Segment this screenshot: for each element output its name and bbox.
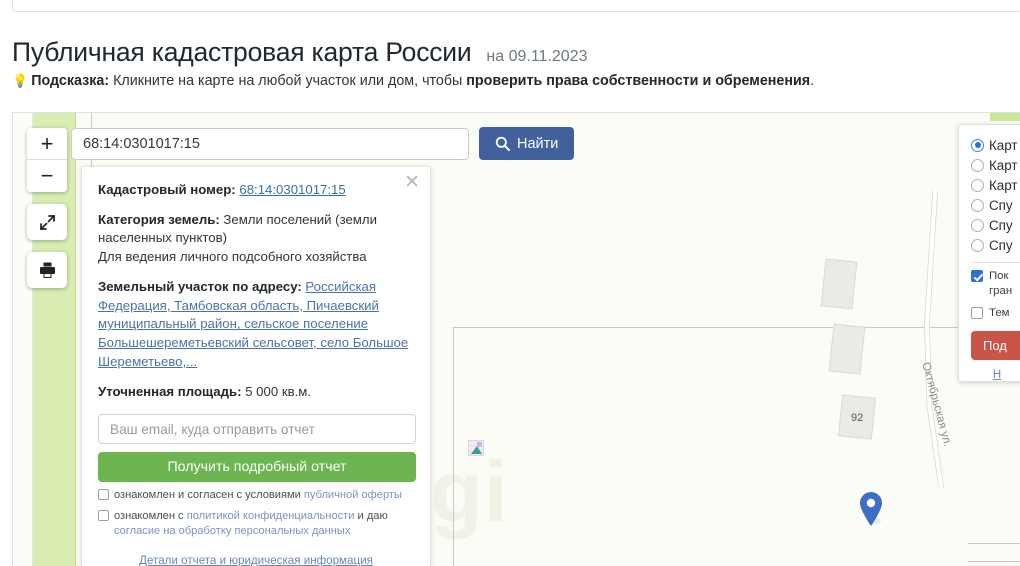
cadastral-number-value[interactable]: 68:14:0301017:15 bbox=[239, 182, 345, 197]
land-category-row: Категория земель: Земли поселений (земли… bbox=[98, 211, 414, 267]
hint-text: Кликните на карте на любой участок или д… bbox=[109, 73, 467, 89]
hint-period: . bbox=[810, 73, 815, 89]
consent-offer-checkbox[interactable] bbox=[98, 489, 109, 501]
zoom-out-button[interactable]: − bbox=[27, 160, 67, 192]
layer-option-label: Карт bbox=[989, 137, 1018, 153]
close-icon[interactable]: ✕ bbox=[404, 173, 420, 192]
road-shape bbox=[924, 190, 945, 490]
layer-option-label: Карт bbox=[989, 157, 1018, 173]
apply-button[interactable]: Под bbox=[971, 331, 1020, 361]
address-label: Земельный участок по адресу: bbox=[98, 278, 302, 294]
consent-privacy-text-pre: ознакомлен с bbox=[114, 509, 187, 522]
personal-data-link[interactable]: согласие на обработку персональных данны… bbox=[114, 525, 350, 537]
building-shape bbox=[820, 258, 858, 310]
layer-option-0[interactable]: Карт bbox=[971, 135, 1020, 155]
consent-privacy-label: ознакомлен с политикой конфиденциальност… bbox=[114, 509, 414, 538]
search-button-label: Найти bbox=[517, 135, 559, 152]
search-input[interactable] bbox=[71, 127, 469, 160]
print-button[interactable] bbox=[27, 252, 67, 288]
layer-panel-footer-link[interactable]: Н bbox=[971, 369, 1020, 381]
layer-option-1[interactable]: Карт bbox=[971, 155, 1020, 175]
show-borders-line2: гран bbox=[989, 284, 1013, 297]
consent-privacy-checkbox[interactable] bbox=[98, 509, 109, 521]
layer-option-label: Карт bbox=[989, 177, 1018, 193]
area-row: Уточненная площадь: 5 000 кв.м. bbox=[98, 383, 414, 402]
layer-option-5[interactable]: Спу bbox=[971, 235, 1020, 255]
map-frame[interactable]: etagi 92 Октябрьская ул. bbox=[12, 112, 1020, 566]
consent-offer-label: ознакомлен и согласен с условиями публич… bbox=[114, 488, 402, 503]
map-controls: + − bbox=[27, 128, 67, 288]
cadastral-number-label: Кадастровый номер: bbox=[98, 182, 236, 197]
page-title: Публичная кадастровая карта России bbox=[12, 37, 472, 67]
popup-footer-links: Детали отчета и юридическая информация Р… bbox=[98, 552, 414, 566]
expand-arrows-icon bbox=[39, 214, 55, 230]
layer-panel-green-tab bbox=[990, 113, 1020, 121]
printer-icon bbox=[39, 262, 55, 278]
page-title-date: на 09.11.2023 bbox=[486, 48, 588, 65]
area-value: 5 000 кв.м. bbox=[245, 383, 312, 399]
fullscreen-button[interactable] bbox=[27, 204, 67, 240]
consent-privacy-text-mid: и даю bbox=[354, 509, 388, 522]
radio-icon[interactable] bbox=[971, 198, 984, 212]
hint-label: Подсказка: bbox=[31, 73, 110, 89]
address-row: Земельный участок по адресу: Российская … bbox=[98, 278, 414, 372]
radio-icon[interactable] bbox=[971, 158, 984, 172]
page-header: Публичная кадастровая карта России на 09… bbox=[12, 32, 992, 69]
get-report-button[interactable]: Получить подробный отчет bbox=[98, 452, 416, 483]
layer-option-4[interactable]: Спу bbox=[971, 215, 1020, 235]
dark-theme-label: Тем bbox=[989, 306, 1010, 319]
cadastral-number-row: Кадастровый номер: 68:14:0301017:15 bbox=[98, 181, 414, 200]
layer-panel-divider bbox=[971, 262, 1020, 263]
layer-option-3[interactable]: Спу bbox=[971, 195, 1020, 215]
hint-line: 💡 Подсказка: Кликните на карте на любой у… bbox=[12, 73, 814, 89]
public-offer-link[interactable]: публичной оферты bbox=[304, 489, 402, 501]
layer-option-label: Спу bbox=[989, 197, 1013, 213]
parcel-boundary-line bbox=[453, 327, 454, 566]
report-details-link[interactable]: Детали отчета и юридическая информация bbox=[98, 552, 414, 566]
zoom-in-button[interactable]: + bbox=[27, 128, 67, 160]
house-number-label: 92 bbox=[851, 412, 864, 424]
search-bar: Найти bbox=[71, 127, 575, 160]
layer-panel: Карт Карт Карт Спу Спу Спу Пок гран Тем … bbox=[958, 124, 1020, 382]
consent-offer-text: ознакомлен и согласен с условиями bbox=[114, 489, 304, 502]
map-marker-pin[interactable] bbox=[858, 491, 882, 526]
land-usage-value: Для ведения личного подсобного хозяйства bbox=[98, 249, 367, 265]
checkbox-icon[interactable] bbox=[971, 270, 983, 282]
parcel-boundary-line bbox=[968, 543, 1020, 544]
show-borders-label: Пок гран bbox=[989, 269, 1012, 299]
parcel-boundary-line bbox=[453, 327, 973, 328]
radio-icon[interactable] bbox=[971, 238, 984, 252]
checkbox-icon[interactable] bbox=[971, 306, 983, 319]
zoom-control-group: + − bbox=[27, 128, 67, 192]
building-shape bbox=[828, 323, 866, 375]
layer-option-label: Спу bbox=[989, 217, 1013, 233]
search-button[interactable]: Найти bbox=[479, 127, 575, 160]
lightbulb-icon: 💡 bbox=[12, 73, 29, 88]
search-icon bbox=[495, 136, 510, 151]
consent-offer-row: ознакомлен и согласен с условиями публич… bbox=[98, 488, 414, 503]
radio-icon[interactable] bbox=[971, 138, 984, 152]
layer-option-label: Спу bbox=[989, 237, 1013, 253]
area-label: Уточненная площадь: bbox=[98, 383, 242, 399]
hint-emphasis: проверить права собственности и обремене… bbox=[466, 73, 811, 89]
consent-privacy-row: ознакомлен с политикой конфиденциальност… bbox=[98, 509, 414, 538]
parcel-boundary-line bbox=[968, 561, 1020, 562]
show-borders-checkbox-row[interactable]: Пок гран bbox=[971, 269, 1020, 299]
dark-theme-checkbox-row[interactable]: Тем bbox=[971, 306, 1020, 321]
email-input[interactable] bbox=[98, 414, 416, 445]
layer-option-2[interactable]: Карт bbox=[971, 175, 1020, 195]
land-category-label: Категория земель: bbox=[98, 211, 220, 227]
show-borders-line1: Пок bbox=[989, 270, 1009, 282]
parcel-info-popup: ✕ Кадастровый номер: 68:14:0301017:15 Ка… bbox=[81, 166, 431, 566]
page-root: Публичная кадастровая карта России на 09… bbox=[0, 0, 1020, 566]
privacy-policy-link[interactable]: политикой конфиденциальности bbox=[187, 510, 355, 522]
radio-icon[interactable] bbox=[971, 218, 984, 232]
broken-image-icon bbox=[468, 440, 484, 456]
radio-icon[interactable] bbox=[971, 178, 984, 192]
top-cutoff-container bbox=[12, 0, 1020, 12]
